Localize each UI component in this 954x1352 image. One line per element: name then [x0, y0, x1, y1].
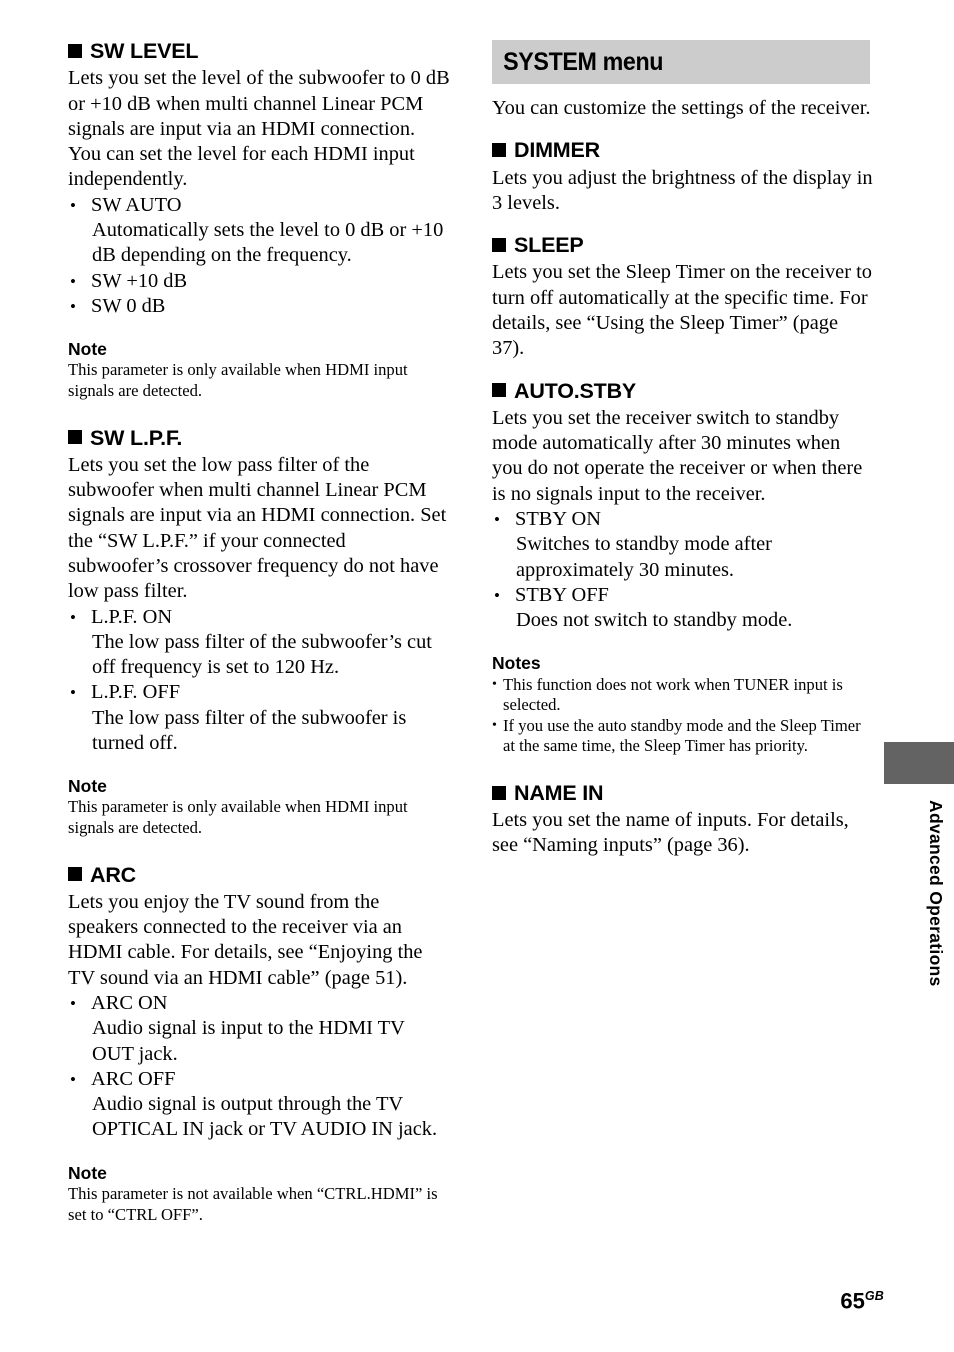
black-square-bullet-icon [492, 237, 506, 252]
notes-list: This function does not work when TUNER i… [492, 675, 874, 757]
page-number: 65GB [840, 1288, 884, 1313]
section-sw-lpf: SW L.P.F. Lets you set the low pass filt… [68, 425, 450, 839]
option-label: SW AUTO [91, 193, 182, 216]
section-heading-dimmer: DIMMER [492, 139, 874, 162]
option-label: SW 0 dB [91, 294, 166, 317]
list-item: ARC OFF Audio signal is output through t… [68, 1067, 450, 1143]
option-label: L.P.F. ON [91, 605, 173, 628]
section-dimmer: DIMMER Lets you adjust the brightness of… [492, 139, 874, 216]
black-square-bullet-icon [492, 785, 506, 800]
menu-intro: You can customize the settings of the re… [492, 97, 871, 119]
section-title: DIMMER [514, 138, 600, 163]
note-heading: Note [68, 776, 107, 797]
option-desc: Audio signal is output through the TV OP… [92, 1093, 438, 1141]
section-sw-level: SW LEVEL Lets you set the level of the s… [68, 39, 450, 402]
banner-title: SYSTEM menu [503, 47, 664, 76]
section-title: SLEEP [514, 233, 584, 258]
section-body: Lets you set the name of inputs. For det… [492, 809, 849, 857]
option-desc: Does not switch to standby mode. [516, 609, 793, 632]
section-heading-auto-stby: AUTO.STBY [492, 378, 874, 403]
option-desc: The low pass filter of the subwoofer is … [92, 706, 407, 754]
section-body: Lets you set the Sleep Timer on the rece… [492, 261, 872, 360]
option-label: STBY OFF [515, 583, 609, 606]
section-auto-stby: AUTO.STBY Lets you set the receiver swit… [492, 378, 874, 757]
list-item: L.P.F. ON The low pass filter of the sub… [68, 605, 450, 681]
option-list: SW AUTO Automatically sets the level to … [68, 193, 450, 320]
black-square-bullet-icon [492, 142, 506, 157]
section-title: SW LEVEL [90, 39, 199, 63]
note-heading: Note [68, 1162, 107, 1183]
section-heading-name-in: NAME IN [492, 780, 874, 805]
note-text: This parameter is only available when HD… [68, 797, 408, 837]
chapter-thumb-tab [884, 742, 954, 784]
option-desc: The low pass filter of the subwoofer’s c… [92, 630, 432, 679]
right-column: SYSTEM menu You can customize the settin… [492, 40, 874, 859]
section-body: Lets you adjust the brightness of the di… [492, 166, 873, 214]
page-region-code: GB [864, 1288, 884, 1303]
list-item: This function does not work when TUNER i… [492, 675, 874, 716]
section-title: ARC [90, 862, 136, 887]
black-square-bullet-icon [68, 867, 82, 882]
section-body: Lets you set the receiver switch to stan… [492, 406, 863, 505]
option-label: ARC ON [91, 992, 168, 1014]
black-square-bullet-icon [492, 383, 506, 398]
page-number-value: 65 [840, 1288, 865, 1313]
option-desc: Switches to standby mode after approxima… [516, 533, 772, 581]
note-heading: Note [68, 339, 107, 360]
option-label: ARC OFF [91, 1067, 176, 1090]
option-list: STBY ON Switches to standby mode after a… [492, 507, 874, 633]
option-label: L.P.F. OFF [91, 681, 181, 704]
list-item: STBY ON Switches to standby mode after a… [492, 507, 874, 583]
list-item: SW +10 dB [68, 269, 450, 295]
section-body: Lets you enjoy the TV sound from the spe… [68, 890, 423, 989]
list-item: SW 0 dB [68, 294, 450, 320]
chapter-label: Advanced Operations [926, 800, 946, 987]
list-item: L.P.F. OFF The low pass filter of the su… [68, 680, 450, 756]
section-heading-sleep: SLEEP [492, 233, 874, 258]
option-label: SW +10 dB [91, 269, 188, 292]
black-square-bullet-icon [68, 43, 82, 58]
section-arc: ARC Lets you enjoy the TV sound from the… [68, 862, 450, 1226]
section-title: AUTO.STBY [514, 378, 637, 403]
notes-heading: Notes [492, 653, 541, 674]
option-label: STBY ON [515, 507, 601, 530]
list-item: STBY OFF Does not switch to standby mode… [492, 583, 874, 634]
black-square-bullet-icon [68, 430, 82, 445]
option-list: L.P.F. ON The low pass filter of the sub… [68, 605, 450, 757]
section-heading-sw-lpf: SW L.P.F. [68, 425, 450, 450]
left-column: SW LEVEL Lets you set the level of the s… [68, 39, 450, 1226]
note-text: This parameter is not available when “CT… [68, 1183, 438, 1224]
section-heading-sw-level: SW LEVEL [68, 39, 450, 63]
option-desc: Automatically sets the level to 0 dB or … [92, 219, 444, 267]
option-list: ARC ON Audio signal is input to the HDMI… [68, 991, 450, 1143]
list-item: ARC ON Audio signal is input to the HDMI… [68, 991, 450, 1067]
section-sleep: SLEEP Lets you set the Sleep Timer on th… [492, 233, 874, 361]
note-text: This parameter is only available when HD… [68, 360, 408, 400]
system-menu-banner: SYSTEM menu [492, 40, 870, 84]
list-item: If you use the auto standby mode and the… [492, 716, 874, 757]
section-body: Lets you set the level of the subwoofer … [68, 67, 450, 191]
section-name-in: NAME IN Lets you set the name of inputs.… [492, 780, 874, 859]
section-heading-arc: ARC [68, 862, 450, 887]
manual-page: SW LEVEL Lets you set the level of the s… [0, 0, 954, 1352]
option-desc: Audio signal is input to the HDMI TV OUT… [92, 1017, 405, 1065]
section-title: NAME IN [514, 780, 604, 805]
list-item: SW AUTO Automatically sets the level to … [68, 193, 450, 269]
section-title: SW L.P.F. [90, 425, 183, 450]
section-body: Lets you set the low pass filter of the … [68, 453, 447, 603]
